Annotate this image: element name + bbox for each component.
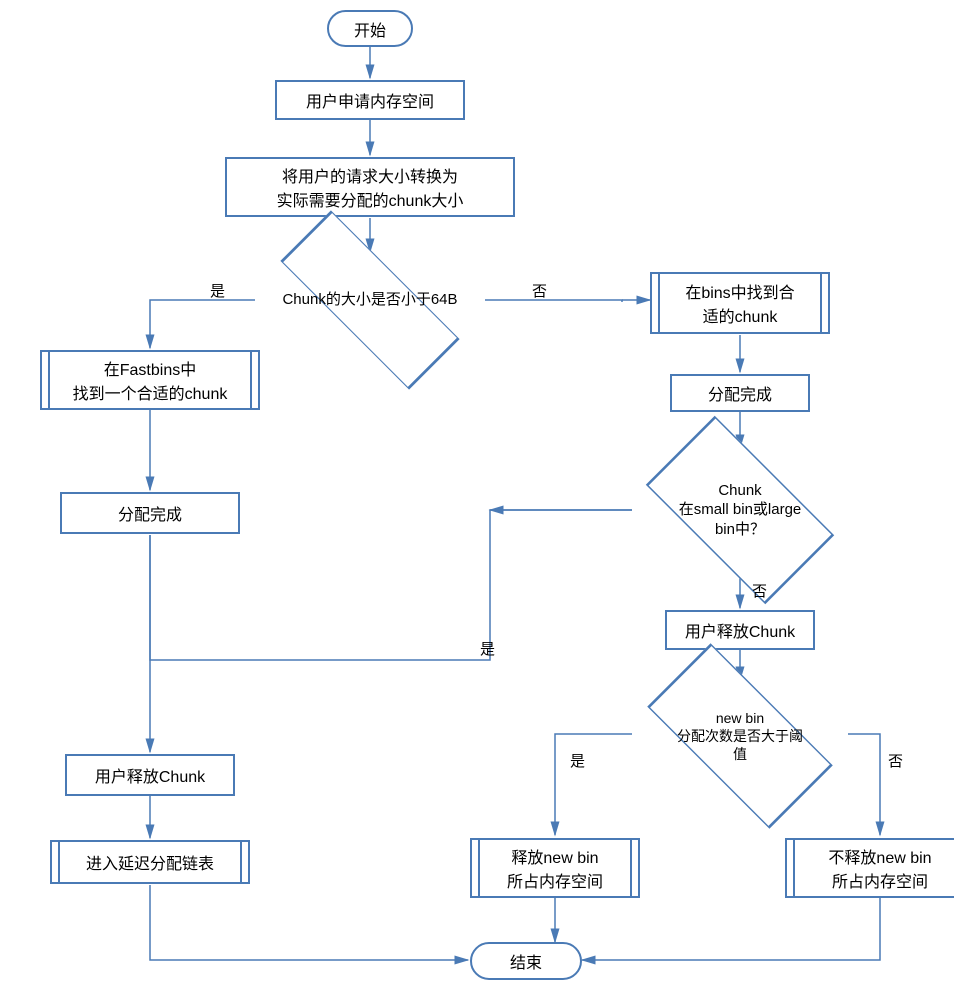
release-newbin-subprocess: 释放new bin 所占内存空间 <box>470 838 640 898</box>
no-label-1: 否 <box>532 280 547 301</box>
yes-label-2: 是 <box>480 638 495 659</box>
alloc-done-right-text: 分配完成 <box>708 381 772 405</box>
newbin-threshold-text: new bin 分配次数是否大于阈 值 <box>677 709 803 764</box>
user-request-text: 用户申请内存空间 <box>306 88 434 112</box>
end-terminator: 结束 <box>470 942 582 980</box>
no-release-newbin-subprocess: 不释放new bin 所占内存空间 <box>785 838 954 898</box>
user-release-left: 用户释放Chunk <box>65 754 235 796</box>
find-fastbin-text: 在Fastbins中 找到一个合适的chunk <box>73 356 228 404</box>
size-decision: Chunk的大小是否小于64B <box>255 252 485 348</box>
convert-size-process: 将用户的请求大小转换为 实际需要分配的chunk大小 <box>225 157 515 217</box>
bin-type-decision: Chunk 在small bin或large bin中？ <box>632 448 848 572</box>
yes-label-3: 是 <box>570 750 585 771</box>
yes-label-1: 是 <box>210 280 225 301</box>
alloc-done-right: 分配完成 <box>670 374 810 412</box>
size-decision-text: Chunk的大小是否小于64B <box>282 290 457 310</box>
find-fastbin-subprocess: 在Fastbins中 找到一个合适的chunk <box>40 350 260 410</box>
end-label: 结束 <box>510 949 542 973</box>
user-release-right-text: 用户释放Chunk <box>685 618 795 642</box>
user-request-process: 用户申请内存空间 <box>275 80 465 120</box>
delayed-list-subprocess: 进入延迟分配链表 <box>50 840 250 884</box>
no-release-newbin-text: 不释放new bin 所占内存空间 <box>828 844 931 892</box>
user-release-left-text: 用户释放Chunk <box>95 763 205 787</box>
no-label-2: 否 <box>752 580 767 601</box>
newbin-threshold-decision: new bin 分配次数是否大于阈 值 <box>628 678 852 794</box>
flowchart-canvas: 开始 用户申请内存空间 将用户的请求大小转换为 实际需要分配的chunk大小 C… <box>0 0 954 1000</box>
delayed-list-text: 进入延迟分配链表 <box>86 850 214 874</box>
alloc-done-left-text: 分配完成 <box>118 501 182 525</box>
no-label-3: 否 <box>888 750 903 771</box>
find-bins-text: 在bins中找到合 适的chunk <box>685 279 794 327</box>
find-bins-subprocess: 在bins中找到合 适的chunk <box>650 272 830 334</box>
start-label: 开始 <box>354 17 386 41</box>
user-release-right: 用户释放Chunk <box>665 610 815 650</box>
start-terminator: 开始 <box>327 10 413 47</box>
convert-size-text: 将用户的请求大小转换为 实际需要分配的chunk大小 <box>277 163 464 211</box>
release-newbin-text: 释放new bin 所占内存空间 <box>507 844 603 892</box>
alloc-done-left: 分配完成 <box>60 492 240 534</box>
bin-type-text: Chunk 在small bin或large bin中？ <box>679 481 802 540</box>
